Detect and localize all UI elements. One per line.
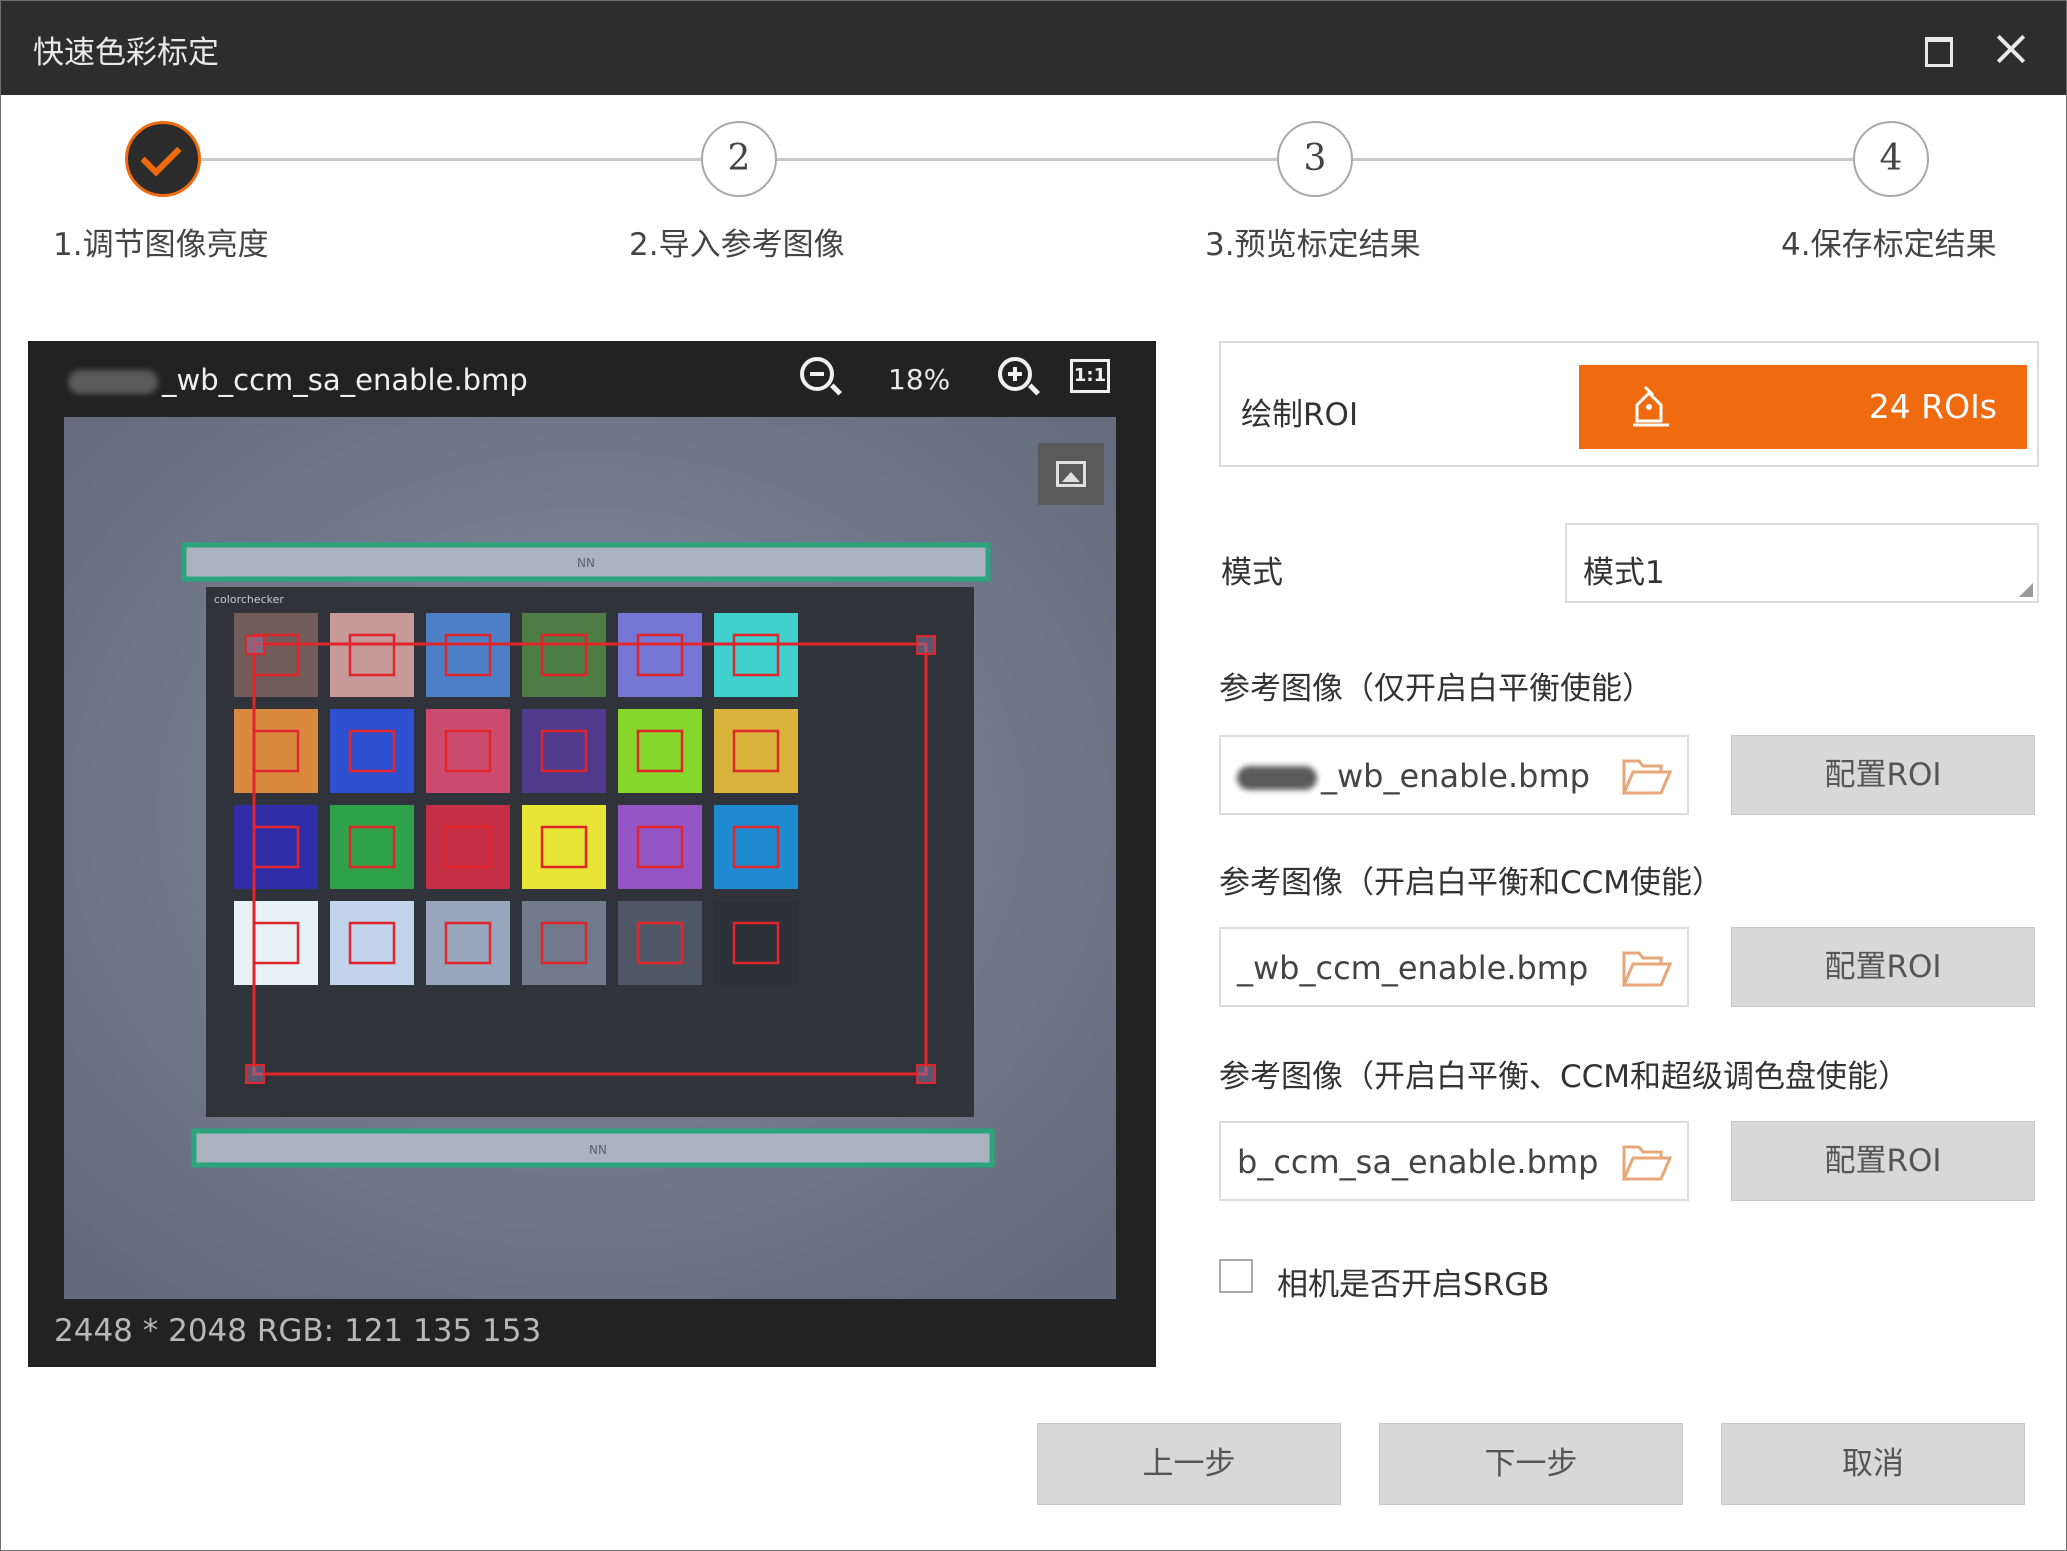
- color-patch: [330, 709, 414, 793]
- step-connector: [777, 158, 1277, 161]
- color-patch: [618, 709, 702, 793]
- color-patch: [618, 901, 702, 985]
- step-3-label: 3.预览标定结果: [1205, 227, 1421, 263]
- mode-label: 模式: [1221, 555, 1283, 591]
- step-1-label: 1.调节图像亮度: [53, 227, 269, 263]
- roi-label: 绘制ROI: [1241, 397, 1359, 433]
- folder-open-icon[interactable]: [1621, 949, 1673, 989]
- color-patch: [330, 613, 414, 697]
- zoom-level: 18%: [888, 363, 951, 396]
- draw-roi-icon: [1633, 385, 1669, 427]
- color-patch: [522, 709, 606, 793]
- ref1-file-field[interactable]: _wb_enable.bmp: [1219, 735, 1689, 815]
- folder-open-icon[interactable]: [1621, 1143, 1673, 1183]
- roi-handle: [916, 635, 936, 655]
- step-4-circle: 4: [1853, 121, 1929, 197]
- draw-roi-button[interactable]: 24 ROIs: [1579, 365, 2027, 449]
- config-roi-button-3[interactable]: 配置ROI: [1731, 1121, 2035, 1201]
- color-checker-image: NN colorchecker NN: [64, 417, 1116, 1299]
- color-patch: [426, 901, 510, 985]
- ref1-file-text: _wb_enable.bmp: [1321, 757, 1590, 795]
- roi-count: 24 ROIs: [1868, 387, 1997, 426]
- ref3-file-value: b_ccm_sa_enable.bmp: [1237, 1143, 1599, 1181]
- step-connector: [201, 158, 701, 161]
- color-patch: [426, 709, 510, 793]
- check-icon: [140, 135, 182, 177]
- image-info: 2448 * 2048 RGB: 121 135 153: [54, 1313, 542, 1349]
- ref3-file-field[interactable]: b_ccm_sa_enable.bmp: [1219, 1121, 1689, 1201]
- roi-handle: [245, 1064, 265, 1084]
- ref1-file-value: _wb_enable.bmp: [1237, 757, 1590, 795]
- folder-open-icon[interactable]: [1621, 757, 1673, 797]
- cancel-button[interactable]: 取消: [1721, 1423, 2025, 1505]
- dropdown-corner-icon: [2019, 583, 2033, 597]
- roi-handle: [245, 635, 265, 655]
- image-canvas[interactable]: NN colorchecker NN: [64, 417, 1116, 1299]
- chart-bottom-label: NN: [589, 1143, 607, 1157]
- mode-select[interactable]: 模式1: [1565, 523, 2039, 603]
- color-patch: [330, 901, 414, 985]
- config-roi-button-1[interactable]: 配置ROI: [1731, 735, 2035, 815]
- color-patch: [234, 901, 318, 985]
- chart-brand: colorchecker: [214, 593, 284, 606]
- step-2-circle: 2: [701, 121, 777, 197]
- prev-step-button[interactable]: 上一步: [1037, 1423, 1341, 1505]
- color-patch: [618, 613, 702, 697]
- mode-value: 模式1: [1583, 555, 1665, 591]
- ref2-label: 参考图像（开启白平衡和CCM使能）: [1219, 865, 1724, 901]
- ref2-file-field[interactable]: _wb_ccm_enable.bmp: [1219, 927, 1689, 1007]
- step-3-circle: 3: [1277, 121, 1353, 197]
- color-patch: [522, 901, 606, 985]
- step-2-label: 2.导入参考图像: [629, 227, 845, 263]
- zoom-out-icon[interactable]: [800, 357, 843, 396]
- color-patch: [714, 805, 798, 889]
- next-step-button[interactable]: 下一步: [1379, 1423, 1683, 1505]
- image-icon: [1056, 461, 1086, 487]
- chart-top-label: NN: [577, 556, 595, 570]
- roi-handle: [916, 1064, 936, 1084]
- color-patch: [714, 709, 798, 793]
- ref3-label: 参考图像（开启白平衡、CCM和超级调色盘使能）: [1219, 1059, 1910, 1095]
- zoom-in-icon[interactable]: [998, 357, 1041, 396]
- srgb-checkbox[interactable]: [1219, 1259, 1253, 1293]
- color-patch: [522, 613, 606, 697]
- color-patch: [714, 613, 798, 697]
- config-roi-button-2[interactable]: 配置ROI: [1731, 927, 2035, 1007]
- actual-size-button[interactable]: 1:1: [1070, 359, 1110, 393]
- color-patch: [618, 805, 702, 889]
- window-title: 快速色彩标定: [33, 35, 219, 71]
- ref1-label: 参考图像（仅开启白平衡使能）: [1219, 671, 1653, 707]
- viewer-filename: _wb_ccm_sa_enable.bmp: [68, 363, 528, 397]
- image-viewer: _wb_ccm_sa_enable.bmp 18% 1:1 NN colorch…: [28, 341, 1156, 1367]
- step-connector: [1353, 158, 1853, 161]
- color-patch: [714, 901, 798, 985]
- color-patch: [234, 709, 318, 793]
- title-bar: 快速色彩标定: [1, 1, 2066, 95]
- redacted-prefix: [1237, 766, 1317, 790]
- redacted-prefix: [68, 370, 158, 394]
- step-4-label: 4.保存标定结果: [1781, 227, 1997, 263]
- color-patch: [522, 805, 606, 889]
- step-1-circle: [125, 121, 201, 197]
- maximize-icon[interactable]: [1919, 29, 1959, 69]
- color-patch: [330, 805, 414, 889]
- color-patch: [426, 805, 510, 889]
- viewer-filename-text: _wb_ccm_sa_enable.bmp: [162, 363, 528, 397]
- close-icon[interactable]: [1991, 29, 2031, 69]
- image-overview-button[interactable]: [1038, 443, 1104, 505]
- color-patch: [426, 613, 510, 697]
- srgb-label: 相机是否开启SRGB: [1277, 1267, 1550, 1303]
- color-patch: [234, 805, 318, 889]
- calibration-dialog: 快速色彩标定 2 3 4 1.调节图像亮度 2.导入参考图像 3.预览标定结果 …: [0, 0, 2067, 1551]
- ref2-file-value: _wb_ccm_enable.bmp: [1237, 949, 1589, 987]
